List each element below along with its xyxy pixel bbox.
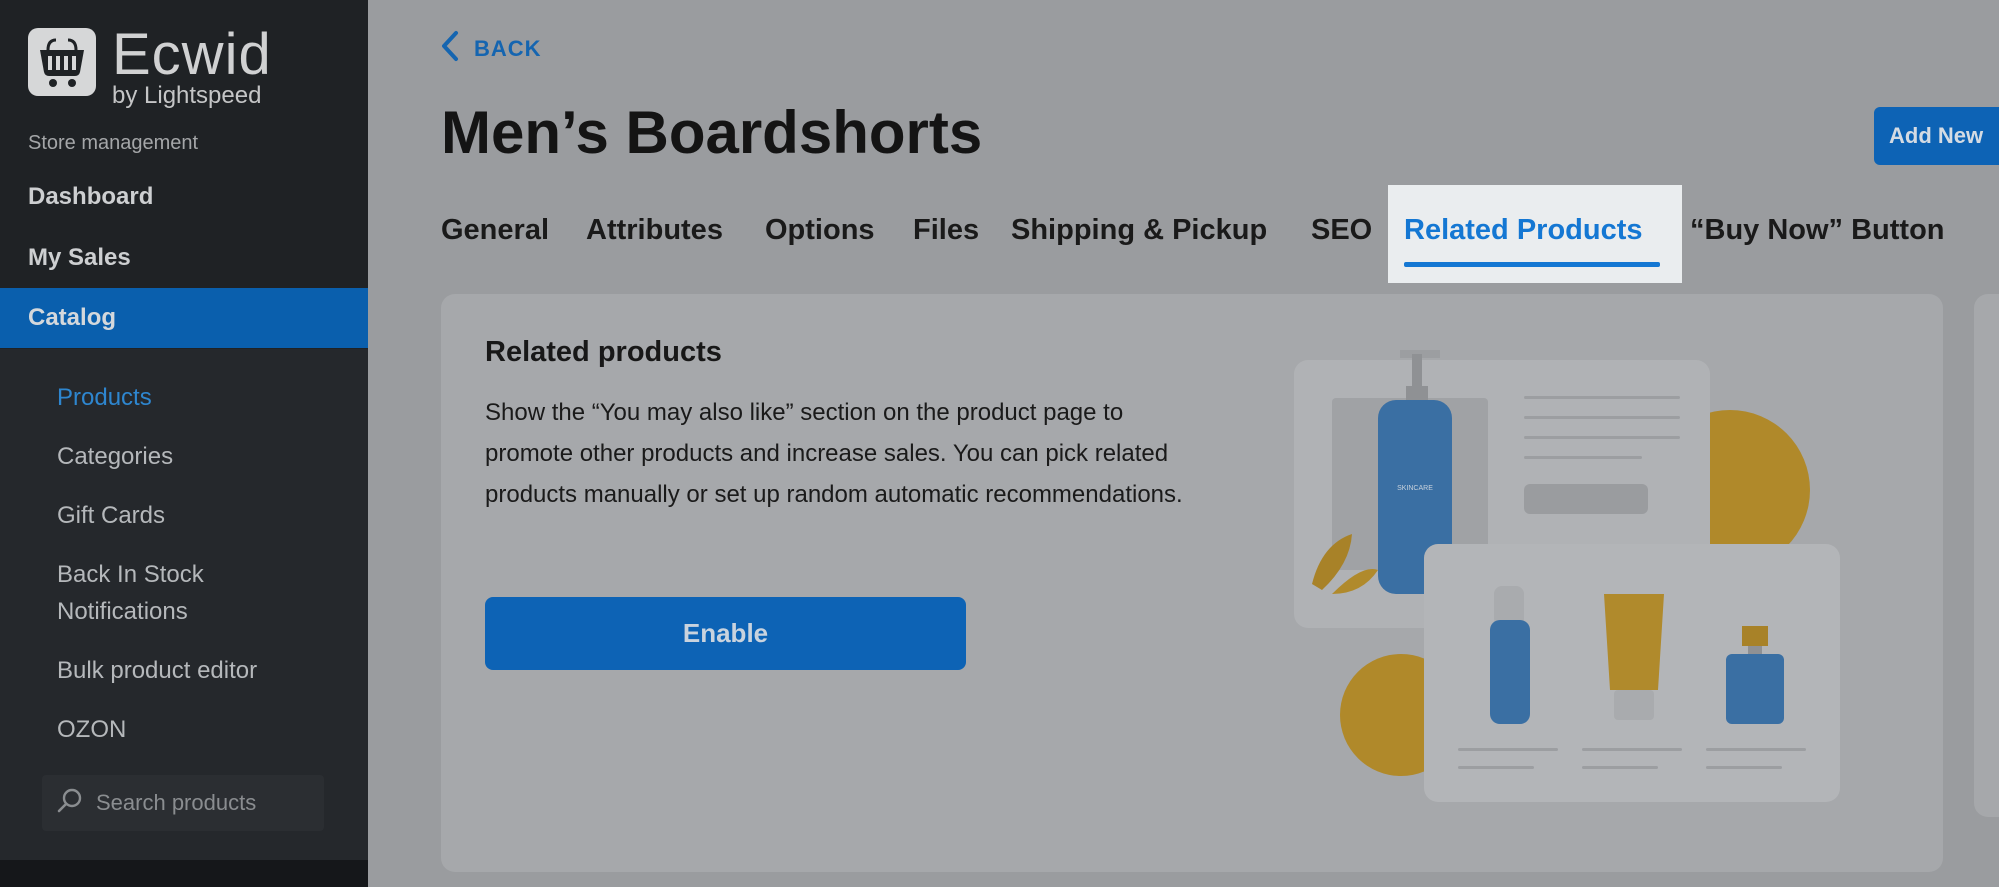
page-title: Men’s Boardshorts (441, 99, 983, 166)
perfume-bottle-image (1720, 626, 1790, 731)
section-label: Store management (28, 132, 199, 154)
recommendations-panel (1424, 544, 1840, 802)
subnav-item-categories[interactable]: Categories (57, 438, 173, 475)
serum-bottle-image (1482, 586, 1542, 731)
search-icon (56, 787, 84, 820)
tube-image (1600, 594, 1670, 729)
card-title: Related products (485, 336, 722, 368)
back-label: BACK (474, 36, 542, 61)
subnav-item-back-in-stock-line2[interactable]: Notifications (57, 593, 188, 630)
search-input[interactable] (96, 790, 316, 816)
add-new-label: Add New (1889, 123, 1984, 148)
tab-files[interactable]: Files (913, 214, 979, 247)
sidebar-item-label: Catalog (28, 304, 117, 331)
next-card-edge (1974, 294, 1999, 817)
tab-options[interactable]: Options (765, 214, 875, 247)
tab-shipping-pickup[interactable]: Shipping & Pickup (1011, 214, 1267, 247)
add-new-button[interactable]: Add New (1874, 107, 1999, 165)
tab-seo[interactable]: SEO (1311, 214, 1372, 247)
sidebar-item-dashboard[interactable]: Dashboard (0, 167, 368, 227)
tab-buy-now-button[interactable]: “Buy Now” Button (1690, 214, 1945, 247)
tab-general[interactable]: General (441, 214, 549, 247)
svg-text:SKINCARE: SKINCARE (1397, 485, 1433, 492)
leaf-icon (1302, 524, 1382, 609)
subnav-item-gift-cards[interactable]: Gift Cards (57, 497, 165, 534)
card-description: Show the “You may also like” section on … (485, 399, 1183, 508)
enable-button[interactable]: Enable (485, 597, 966, 670)
sidebar-item-label: My Sales (28, 244, 131, 271)
back-link[interactable]: BACK (440, 30, 542, 68)
product-search[interactable] (42, 775, 324, 831)
sidebar: Ecwid by Lightspeed Store management Das… (0, 0, 368, 887)
ecwid-logo[interactable]: Ecwid by Lightspeed (28, 22, 272, 110)
cart-logo-icon (28, 28, 96, 96)
chevron-left-icon (440, 30, 460, 68)
subnav-item-ozon[interactable]: OZON (57, 711, 126, 748)
sidebar-item-my-sales[interactable]: My Sales (0, 228, 368, 288)
tab-attributes[interactable]: Attributes (586, 214, 723, 247)
enable-label: Enable (682, 618, 769, 648)
tab-related-products[interactable]: Related Products (1404, 214, 1643, 247)
active-tab-indicator (1404, 262, 1660, 267)
related-products-illustration: SKINCARE (1290, 344, 1850, 804)
subnav-item-products[interactable]: Products (57, 379, 152, 416)
sidebar-item-label: Dashboard (28, 183, 154, 210)
subnav-item-bulk-editor[interactable]: Bulk product editor (57, 652, 257, 689)
sidebar-item-catalog[interactable]: Catalog (0, 288, 368, 348)
logo-wordmark: Ecwid (112, 22, 272, 87)
sidebar-footer (0, 860, 368, 887)
logo-subtitle: by Lightspeed (112, 82, 262, 109)
subnav-item-back-in-stock[interactable]: Back In Stock (57, 556, 204, 593)
